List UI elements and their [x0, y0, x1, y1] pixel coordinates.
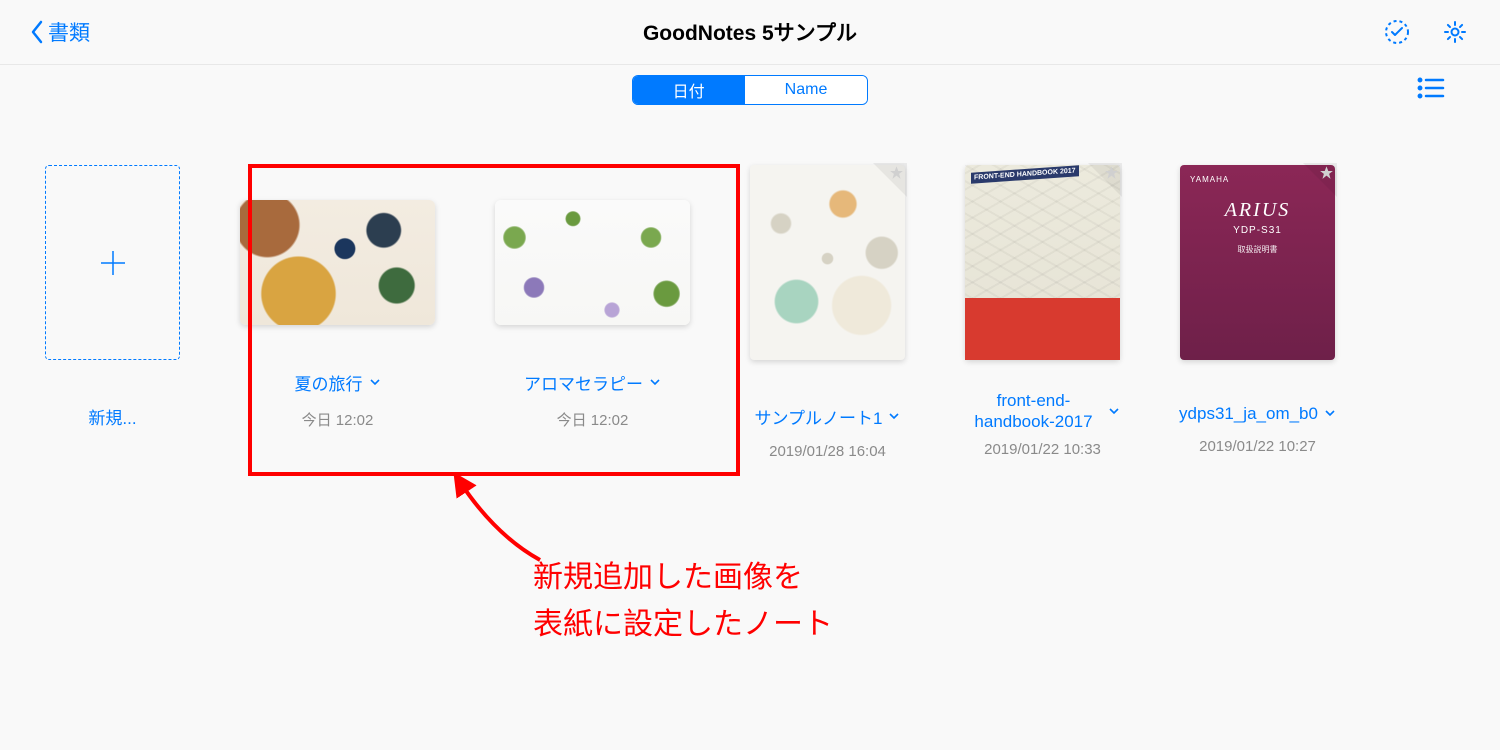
- cover-brand: YAMAHA: [1190, 175, 1229, 184]
- note-date: 2019/01/22 10:33: [984, 441, 1101, 458]
- favorite-corner[interactable]: [1088, 163, 1122, 197]
- sort-by-name[interactable]: Name: [745, 76, 868, 104]
- chevron-down-icon: [369, 373, 381, 393]
- note-thumbnail[interactable]: [750, 165, 905, 360]
- plus-icon: [95, 245, 131, 281]
- select-icon[interactable]: [1382, 17, 1412, 47]
- new-document-button[interactable]: [45, 165, 180, 360]
- note-card[interactable]: 夏の旅行 今日 12:02: [240, 165, 435, 430]
- documents-grid: 新規... 夏の旅行 今日 12:02 アロマセラピー 今日 12:02 サンプ…: [0, 115, 1500, 460]
- note-thumbnail[interactable]: [495, 200, 690, 325]
- sort-by-date[interactable]: 日付: [633, 76, 745, 104]
- note-date: 今日 12:02: [302, 409, 374, 430]
- note-date: 2019/01/28 16:04: [769, 443, 886, 460]
- note-title-button[interactable]: ydps31_ja_om_b0: [1179, 404, 1336, 424]
- note-title: 夏の旅行: [295, 370, 363, 395]
- note-date: 今日 12:02: [557, 409, 629, 430]
- chevron-down-icon: [1108, 401, 1120, 422]
- favorite-corner[interactable]: [1303, 163, 1337, 197]
- note-thumbnail[interactable]: FRONT-END HANDBOOK 2017: [965, 165, 1120, 360]
- note-thumbnail[interactable]: [240, 200, 435, 325]
- new-document-label[interactable]: 新規...: [88, 404, 136, 429]
- star-icon: [1103, 165, 1120, 182]
- note-card[interactable]: YAMAHA ARIUS YDP-S31 取扱説明書 ydps31_ja_om_…: [1180, 165, 1335, 455]
- toolbar: 日付 Name: [0, 65, 1500, 115]
- note-thumbnail[interactable]: YAMAHA ARIUS YDP-S31 取扱説明書: [1180, 165, 1335, 360]
- cover-text: FRONT-END HANDBOOK 2017: [971, 165, 1079, 184]
- star-icon: [888, 165, 905, 182]
- note-title: アロマセラピー: [524, 370, 643, 395]
- note-title-button[interactable]: 夏の旅行: [295, 370, 381, 395]
- chevron-down-icon: [649, 373, 661, 393]
- chevron-down-icon: [1324, 404, 1336, 424]
- new-document-card: 新規...: [45, 165, 180, 429]
- chevron-down-icon: [888, 407, 900, 427]
- sort-segmented-control: 日付 Name: [632, 75, 869, 105]
- note-title-button[interactable]: アロマセラピー: [524, 370, 661, 395]
- note-card[interactable]: FRONT-END HANDBOOK 2017 front-end-handbo…: [965, 165, 1120, 458]
- note-card[interactable]: サンプルノート1 2019/01/28 16:04: [750, 165, 905, 460]
- favorite-corner[interactable]: [873, 163, 907, 197]
- annotation-text: 新規追加した画像を表紙に設定したノート: [533, 555, 833, 648]
- gear-icon[interactable]: [1440, 17, 1470, 47]
- note-title: サンプルノート1: [755, 404, 883, 429]
- note-title-button[interactable]: サンプルノート1: [755, 404, 901, 429]
- note-title: front-end-handbook-2017: [965, 390, 1102, 433]
- page-title: GoodNotes 5サンプル: [643, 17, 857, 47]
- note-title: ydps31_ja_om_b0: [1179, 404, 1318, 424]
- annotation-arrow: [440, 470, 560, 570]
- list-view-icon[interactable]: [1417, 77, 1445, 104]
- note-date: 2019/01/22 10:27: [1199, 438, 1316, 455]
- chevron-left-icon: [30, 20, 44, 44]
- cover-model: ARIUS YDP-S31 取扱説明書: [1180, 199, 1335, 255]
- back-button[interactable]: 書類: [30, 17, 90, 47]
- header-bar: 書類 GoodNotes 5サンプル: [0, 0, 1500, 65]
- note-card[interactable]: アロマセラピー 今日 12:02: [495, 165, 690, 430]
- back-label: 書類: [48, 17, 90, 47]
- star-icon: [1318, 165, 1335, 182]
- note-title-button[interactable]: front-end-handbook-2017: [965, 390, 1120, 433]
